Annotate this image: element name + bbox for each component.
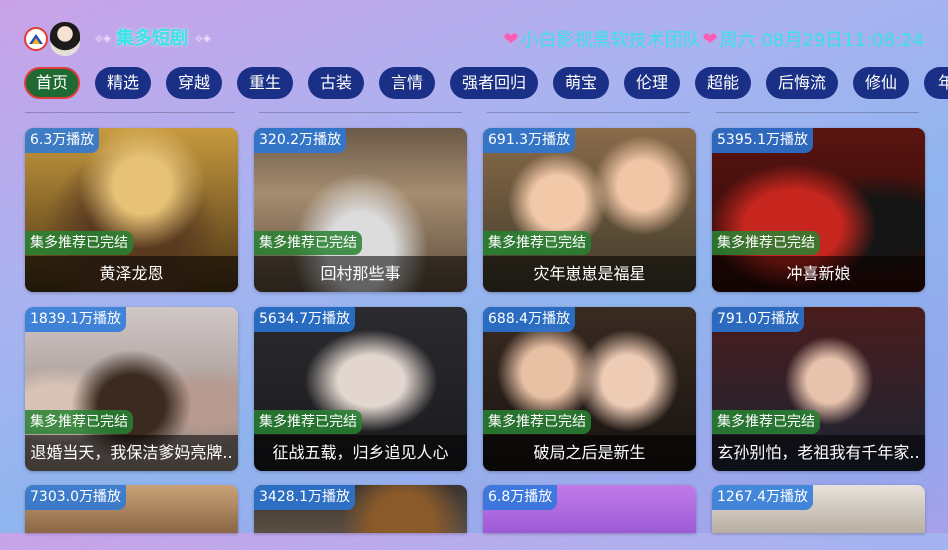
recommend-badge: 集多推荐已完结 [483, 410, 591, 434]
drama-title: 退婚当天，我保洁爹妈亮牌.. [25, 435, 238, 471]
user-avatar[interactable] [50, 22, 80, 56]
play-count: 320.2万播放 [254, 128, 347, 153]
play-count: 691.3万播放 [483, 128, 576, 153]
category-tabs: 首页 精选 穿越 重生 古装 言情 强者回归 萌宝 伦理 超能 后悔流 修仙 年 [24, 67, 948, 101]
drama-card[interactable]: 1267.4万播放 [712, 485, 925, 533]
tab-cute-baby[interactable]: 萌宝 [553, 67, 609, 99]
datetime-text: 周六 08月29日11:08:24 [719, 30, 924, 51]
app-logo-icon [24, 27, 48, 51]
heart-icon: ❤ [702, 28, 718, 50]
play-count: 1267.4万播放 [712, 485, 813, 510]
play-count: 6.3万播放 [25, 128, 100, 153]
status-bar: ❤ 小白影视黑软技术团队 ❤ 周六 08月29日11:08:24 [501, 26, 924, 52]
tab-superpower[interactable]: 超能 [695, 67, 751, 99]
play-count: 6.8万播放 [483, 485, 558, 510]
team-text: 小白影视黑软技术团队 [520, 30, 701, 51]
app-name: 集多短剧 [94, 26, 210, 52]
recommend-badge: 集多推荐已完结 [25, 410, 133, 434]
drama-card[interactable]: 320.2万播放 集多推荐已完结 回村那些事 [254, 128, 467, 292]
drama-title: 玄孙别怕，老祖我有千年家.. [712, 435, 925, 471]
play-count: 1839.1万播放 [25, 307, 126, 332]
tab-costume[interactable]: 古装 [308, 67, 364, 99]
drama-card[interactable]: 688.4万播放 集多推荐已完结 破局之后是新生 [483, 307, 696, 471]
drama-card[interactable]: 6.3万播放 集多推荐已完结 黄泽龙恩 [25, 128, 238, 292]
tab-home[interactable]: 首页 [24, 67, 80, 99]
recommend-badge: 集多推荐已完结 [254, 231, 362, 255]
drama-card[interactable]: 5634.7万播放 集多推荐已完结 征战五载，归乡追见人心 [254, 307, 467, 471]
heart-icon: ❤ [503, 28, 519, 50]
drama-card[interactable]: 3428.1万播放 [254, 485, 467, 533]
recommend-badge: 集多推荐已完结 [483, 231, 591, 255]
play-count: 688.4万播放 [483, 307, 576, 332]
recommend-badge: 集多推荐已完结 [254, 410, 362, 434]
tab-ethics[interactable]: 伦理 [624, 67, 680, 99]
tab-featured[interactable]: 精选 [95, 67, 151, 99]
tab-cultivation[interactable]: 修仙 [853, 67, 909, 99]
drama-card[interactable]: 7303.0万播放 [25, 485, 238, 533]
drama-title: 冲喜新娘 [712, 256, 925, 292]
tab-strong-return[interactable]: 强者回归 [450, 67, 538, 99]
drama-title: 黄泽龙恩 [25, 256, 238, 292]
tab-romance[interactable]: 言情 [379, 67, 435, 99]
tab-regret[interactable]: 后悔流 [766, 67, 838, 99]
drama-card[interactable]: 5395.1万播放 集多推荐已完结 冲喜新娘 [712, 128, 925, 292]
play-count: 5395.1万播放 [712, 128, 813, 153]
play-count: 5634.7万播放 [254, 307, 355, 332]
recommend-badge: 集多推荐已完结 [712, 410, 820, 434]
tab-partial[interactable]: 年 [924, 67, 948, 99]
drama-title: 征战五载，归乡追见人心 [254, 435, 467, 471]
play-count: 791.0万播放 [712, 307, 805, 332]
play-count: 7303.0万播放 [25, 485, 126, 510]
drama-title: 回村那些事 [254, 256, 467, 292]
top-bar: 集多短剧 ❤ 小白影视黑软技术团队 ❤ 周六 08月29日11:08:24 [0, 0, 948, 74]
drama-title: 灾年崽崽是福星 [483, 256, 696, 292]
play-count: 3428.1万播放 [254, 485, 355, 510]
tab-rebirth[interactable]: 重生 [237, 67, 293, 99]
drama-card[interactable]: 691.3万播放 集多推荐已完结 灾年崽崽是福星 [483, 128, 696, 292]
column-divider [25, 112, 235, 113]
column-divider [716, 112, 919, 113]
drama-title: 破局之后是新生 [483, 435, 696, 471]
recommend-badge: 集多推荐已完结 [712, 231, 820, 255]
tab-time-travel[interactable]: 穿越 [166, 67, 222, 99]
recommend-badge: 集多推荐已完结 [25, 231, 133, 255]
drama-card[interactable]: 1839.1万播放 集多推荐已完结 退婚当天，我保洁爹妈亮牌.. [25, 307, 238, 471]
column-divider [487, 112, 690, 113]
column-divider [259, 112, 462, 113]
drama-card[interactable]: 791.0万播放 集多推荐已完结 玄孙别怕，老祖我有千年家.. [712, 307, 925, 471]
drama-card[interactable]: 6.8万播放 [483, 485, 696, 533]
